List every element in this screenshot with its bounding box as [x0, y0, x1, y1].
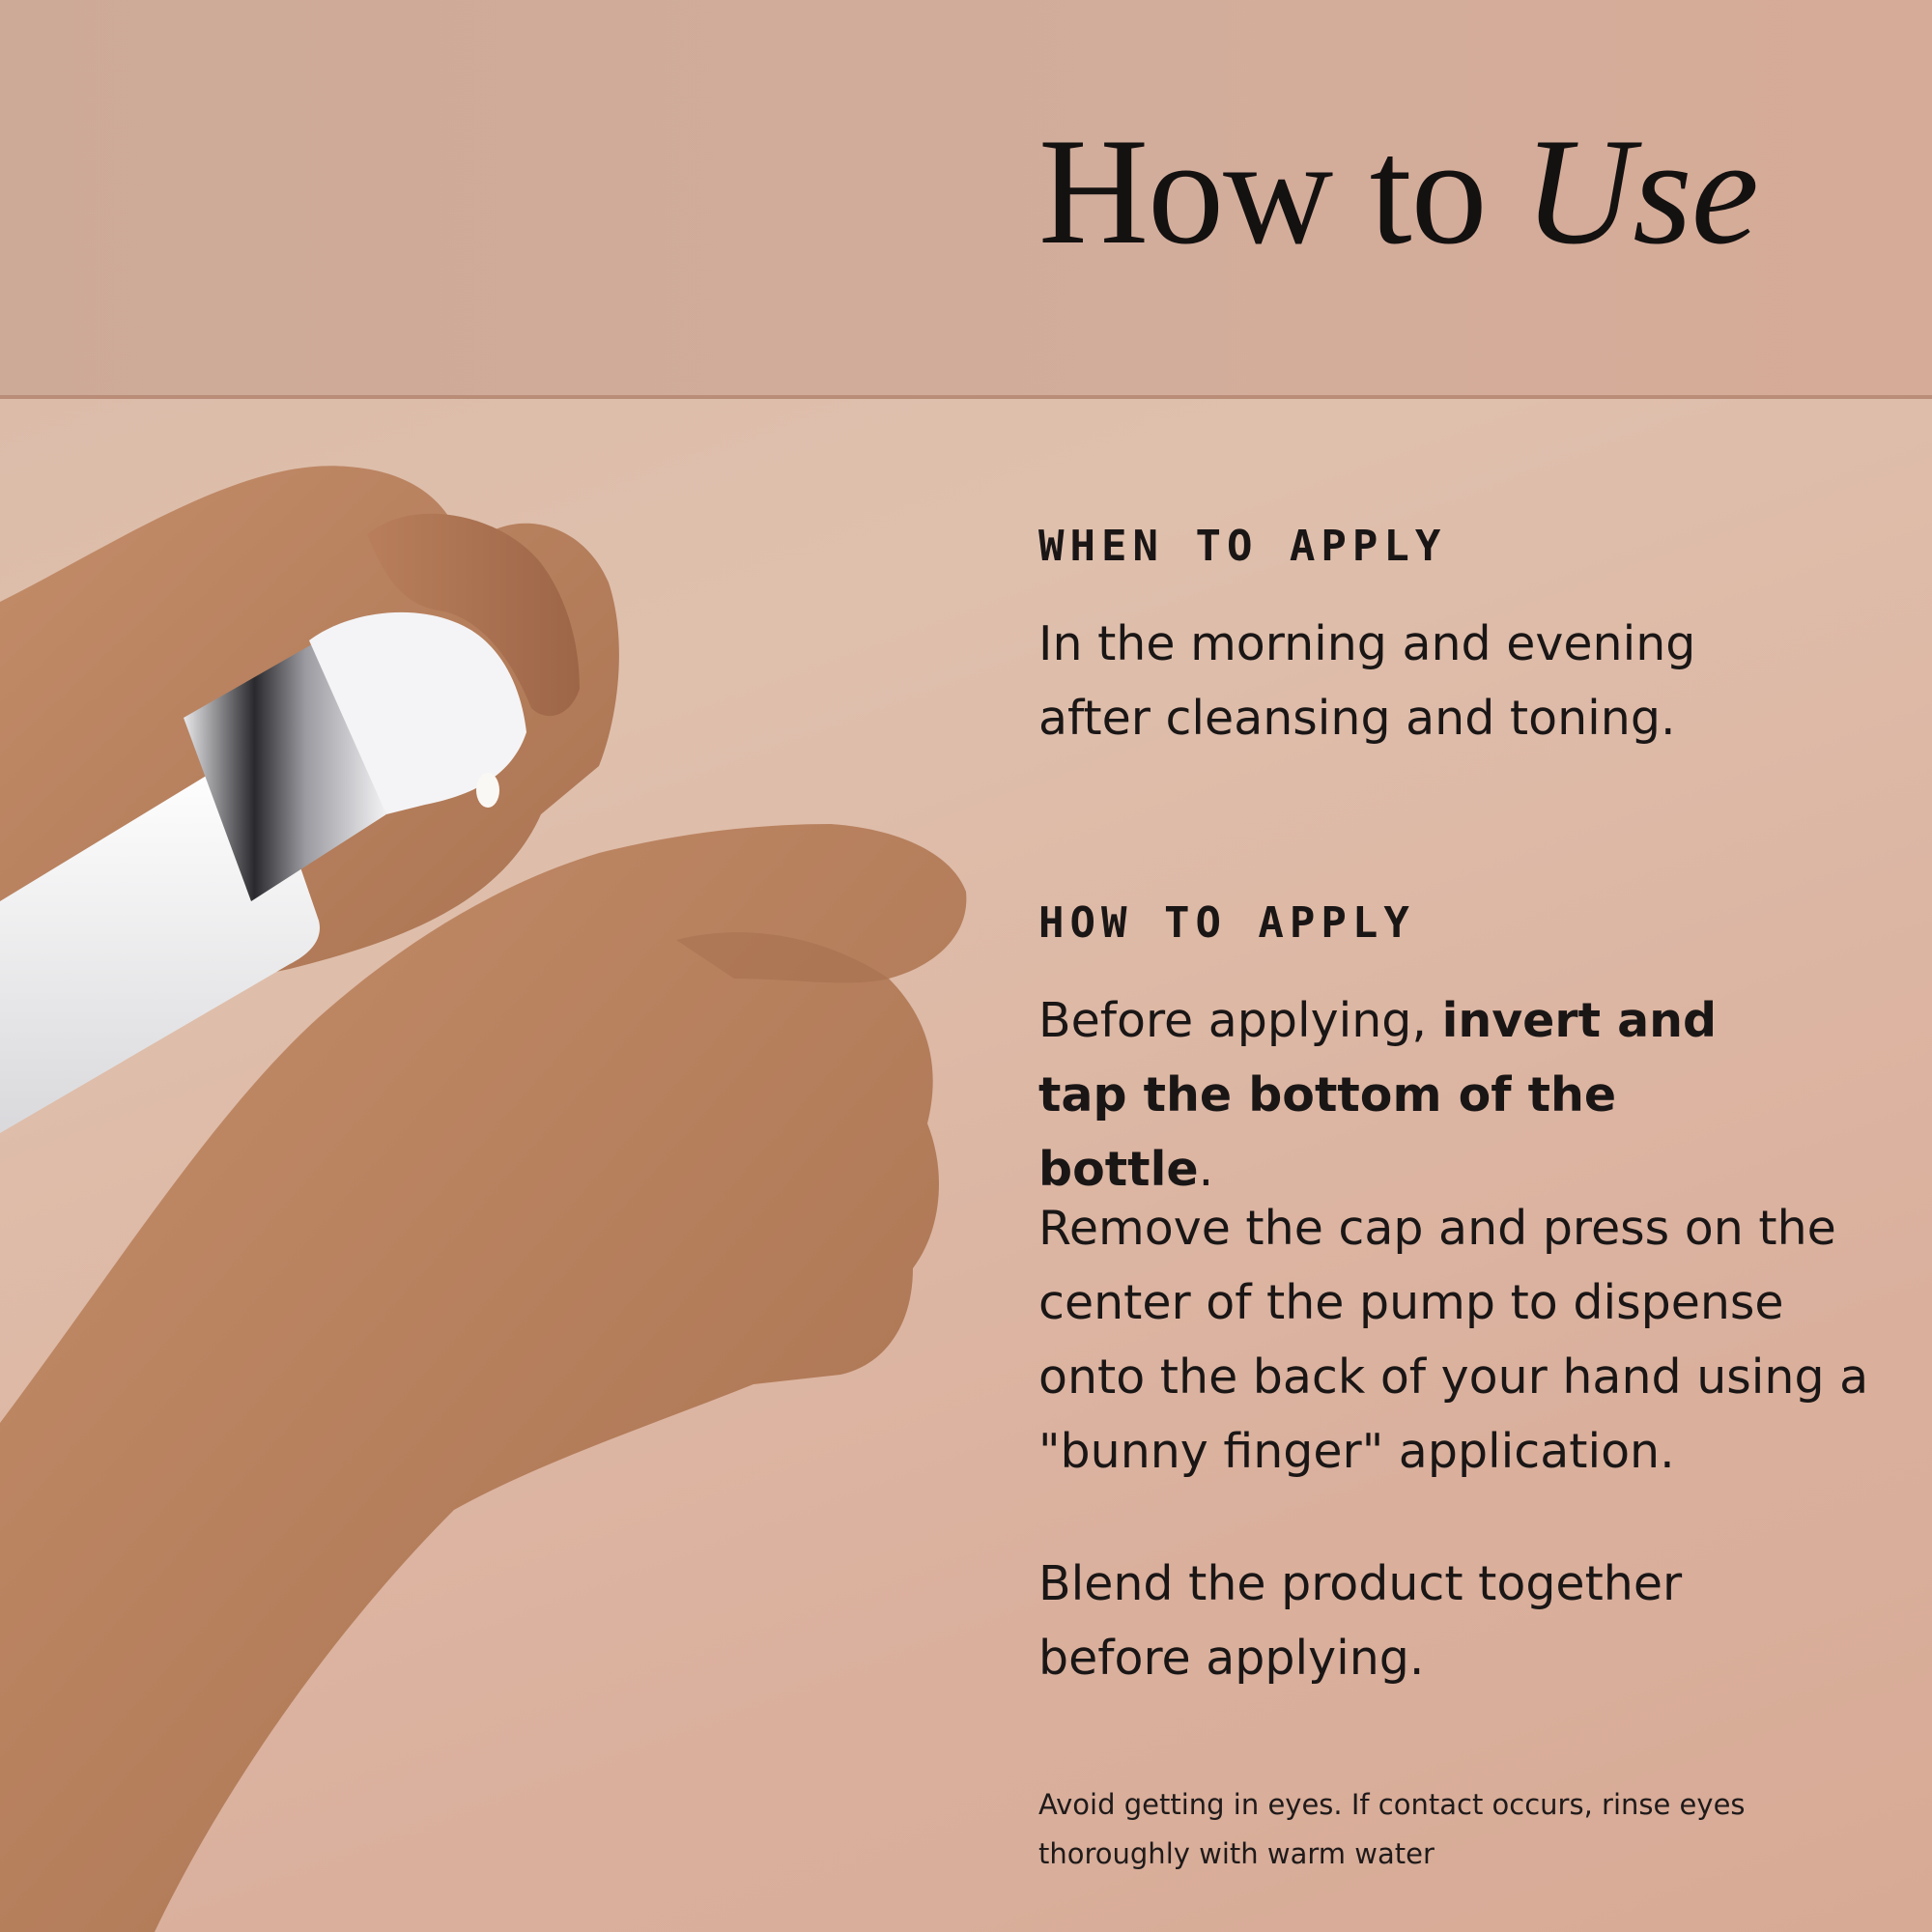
step-1-end: . [1198, 1142, 1214, 1197]
how-to-apply-label: HOW TO APPLY [1038, 898, 1415, 948]
safety-footnote: Avoid getting in eyes. If contact occurs… [1038, 1788, 1746, 1870]
how-to-apply-step-3: Blend the product together before applyi… [1038, 1556, 1683, 1686]
when-to-apply-text: In the morning and evening after cleansi… [1038, 616, 1696, 746]
product-application-photo [0, 466, 967, 1932]
how-to-apply-step-1: Before applying, invert and tap the bott… [1038, 983, 1773, 1207]
step-1-regular: Before applying, [1038, 993, 1442, 1048]
product-drop [476, 773, 499, 808]
page-title: How to Use [1038, 116, 1759, 269]
when-to-apply-label: WHEN TO APPLY [1038, 522, 1447, 571]
how-to-apply-step-2: Remove the cap and press on the center o… [1038, 1201, 1869, 1479]
title-italic: Use [1523, 107, 1759, 276]
title-regular: How to [1038, 107, 1524, 276]
